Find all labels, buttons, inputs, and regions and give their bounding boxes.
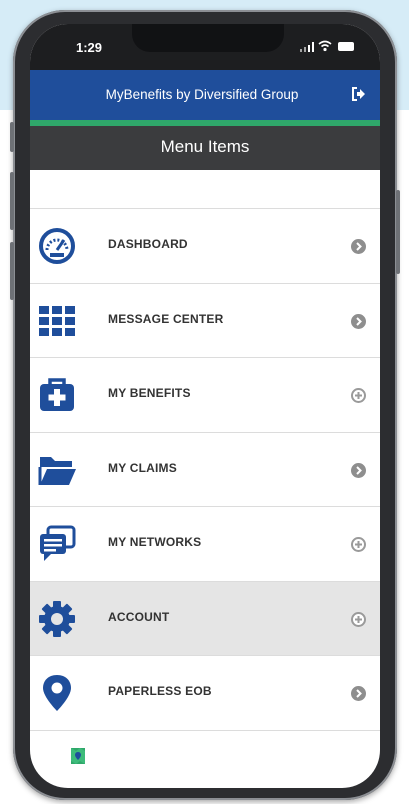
grid-icon [39, 305, 75, 336]
chevron-right-icon [351, 313, 366, 329]
location-pin-icon [43, 675, 71, 711]
mute-switch [10, 122, 14, 152]
camera-notch [132, 24, 284, 52]
app-title: MyBenefits by Diversified Group [105, 87, 299, 102]
plus-icon [351, 388, 366, 403]
power-button [396, 190, 400, 274]
menu-item-label: MY CLAIMS [108, 460, 177, 475]
status-bar: 1:29 [30, 24, 380, 70]
plus-icon [351, 611, 366, 627]
menu-item-my-claims[interactable]: MY CLAIMS [30, 432, 380, 507]
menu-item-label: DASHBOARD [108, 237, 188, 251]
medical-bag-icon [40, 378, 74, 411]
wifi-icon [318, 40, 332, 52]
chevron-right-icon [351, 239, 366, 254]
volume-up-button [10, 172, 14, 230]
signal-icon [300, 42, 314, 52]
menu-item-label: ACCOUNT [108, 609, 170, 624]
menu-item-account[interactable]: ACCOUNT [30, 581, 380, 656]
speedometer-icon [39, 228, 75, 264]
menu-title: Menu Items [160, 137, 250, 156]
menu-item-paperless-eob[interactable]: PAPERLESS EOB [30, 656, 380, 731]
menu-title-bar: Menu Items [30, 126, 380, 170]
gear-icon [39, 600, 75, 637]
chevron-right-icon [351, 686, 366, 701]
battery-icon [338, 42, 354, 51]
phone-screen: 1:29 MyBenefits by Diversified Group Men… [30, 24, 380, 788]
logout-arrow-icon[interactable] [350, 86, 366, 102]
chat-bubbles-icon [40, 525, 76, 561]
menu-item-label: MESSAGE CENTER [108, 311, 224, 326]
menu-item-label: MY NETWORKS [108, 535, 202, 549]
volume-down-button [10, 242, 14, 300]
menu-list: DASHBOARD MESSAGE CENTER MY BENEFITS MY … [30, 209, 380, 731]
status-time: 1:29 [76, 40, 103, 55]
map-icon[interactable] [70, 746, 86, 766]
menu-top-spacer [30, 170, 380, 209]
folder-icon [38, 456, 76, 485]
menu-item-label: MY BENEFITS [108, 386, 191, 400]
menu-item-my-benefits[interactable]: MY BENEFITS [30, 358, 380, 433]
menu-item-dashboard[interactable]: DASHBOARD [30, 209, 380, 284]
plus-icon [351, 537, 366, 552]
menu-item-my-networks[interactable]: MY NETWORKS [30, 507, 380, 582]
menu-item-label: PAPERLESS EOB [108, 684, 212, 698]
app-header: MyBenefits by Diversified Group [30, 70, 380, 120]
menu-item-message-center[interactable]: MESSAGE CENTER [30, 283, 380, 358]
chevron-right-icon [351, 462, 366, 478]
